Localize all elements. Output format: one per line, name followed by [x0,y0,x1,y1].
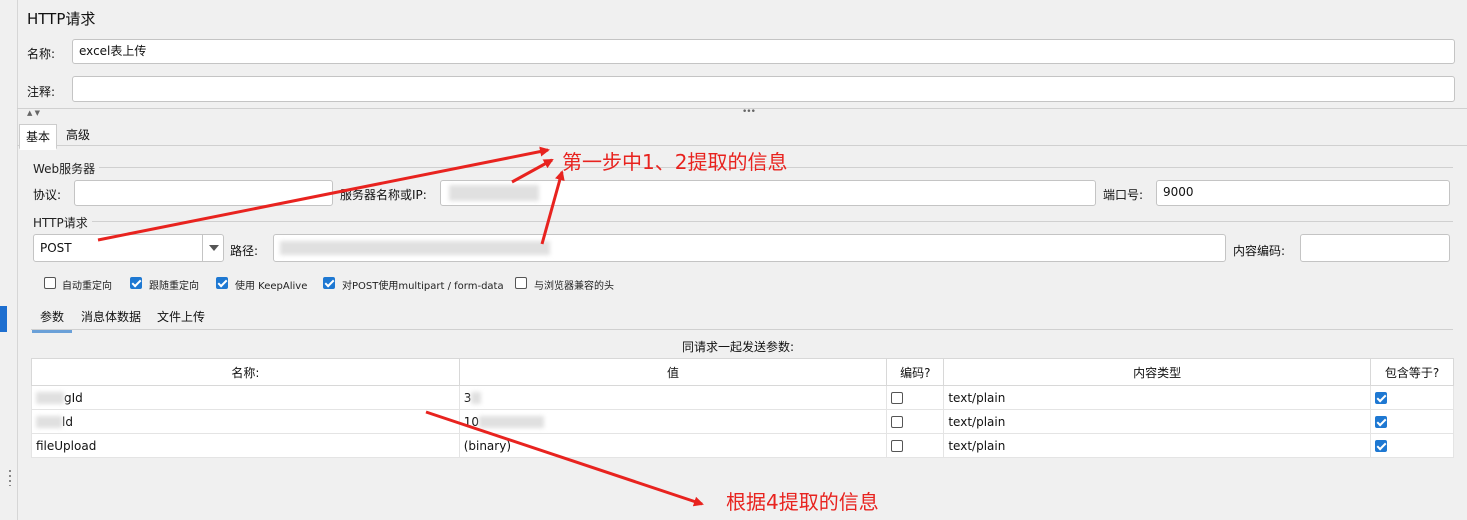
arrow-from-method [97,146,550,242]
annotation-arrows [97,146,704,507]
arrow-from-server [511,158,554,184]
annotation-top: 第一步中1、2提取的信息 [562,150,788,174]
annotation-bottom: 根据4提取的信息 [726,490,879,514]
arrow-from-params [425,410,704,507]
arrow-from-path [540,170,565,245]
